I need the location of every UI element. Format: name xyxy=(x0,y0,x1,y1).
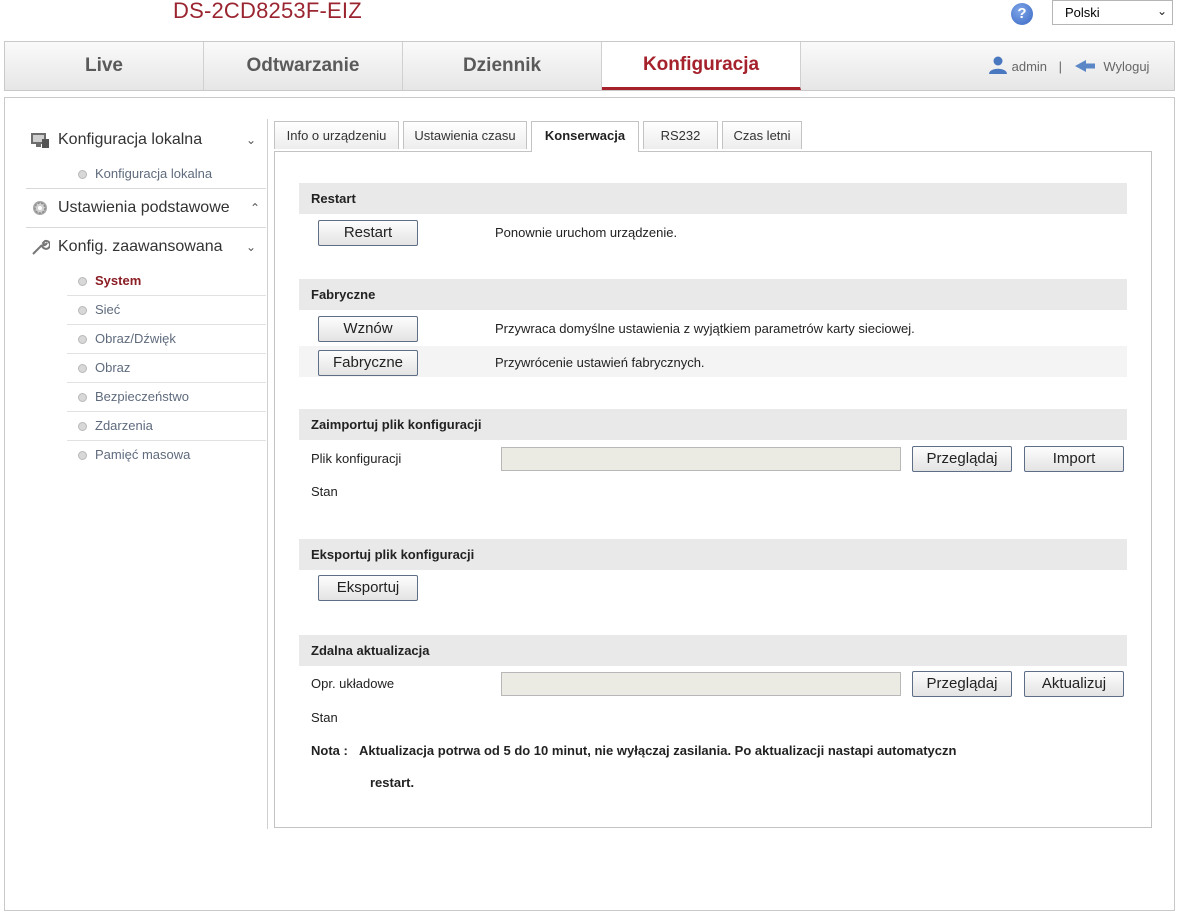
sidebar-item-events[interactable]: Zdarzenia xyxy=(67,412,266,441)
bullet-icon xyxy=(78,335,87,344)
language-select[interactable]: Polski ⌄ xyxy=(1052,0,1173,25)
sidebar-group-advanced[interactable]: Konfig. zaawansowana ⌄ xyxy=(26,228,266,266)
upgrade-status-label: Stan xyxy=(311,710,338,725)
section-import-title: Zaimportuj plik konfiguracji xyxy=(299,409,1127,440)
chevron-down-icon: ⌄ xyxy=(245,133,256,147)
sidebar-item-local-config[interactable]: Konfiguracja lokalna xyxy=(67,160,266,189)
username: admin xyxy=(1011,59,1048,74)
browse-config-button[interactable]: Przeglądaj xyxy=(912,446,1012,472)
wrench-icon xyxy=(32,239,50,255)
factory-default-button[interactable]: Fabryczne xyxy=(318,350,418,376)
nav-tab-log[interactable]: Dziennik xyxy=(403,42,602,90)
language-value: Polski xyxy=(1065,5,1100,20)
tab-device-info[interactable]: Info o urządzeniu xyxy=(274,121,399,149)
maintenance-panel xyxy=(274,151,1152,828)
sidebar-group-label: Konfig. zaawansowana xyxy=(58,238,223,255)
sidebar-item-image[interactable]: Obraz xyxy=(67,354,266,383)
bullet-icon xyxy=(78,422,87,431)
bullet-icon xyxy=(78,364,87,373)
sidebar-group-label: Konfiguracja lokalna xyxy=(58,131,203,148)
gear-icon xyxy=(33,201,47,215)
sidebar-item-video-audio[interactable]: Obraz/Dźwięk xyxy=(67,325,266,354)
bullet-icon xyxy=(78,277,87,286)
restore-button[interactable]: Wznów xyxy=(318,316,418,342)
export-button[interactable]: Eksportuj xyxy=(318,575,418,601)
logout-link[interactable]: Wyloguj xyxy=(1103,59,1149,74)
tab-rs232[interactable]: RS232 xyxy=(643,121,718,149)
sidebar-item-label: System xyxy=(95,273,142,288)
help-icon[interactable]: ? xyxy=(1011,3,1033,25)
note-text-line1: Aktualizacja potrwa od 5 do 10 minut, ni… xyxy=(359,743,957,758)
firmware-label: Opr. układowe xyxy=(311,676,395,691)
import-status-label: Stan xyxy=(311,484,338,499)
sidebar-item-label: Bezpieczeństwo xyxy=(95,389,189,404)
sidebar-item-label: Obraz xyxy=(95,360,131,375)
config-file-label: Plik konfiguracji xyxy=(311,451,402,466)
upgrade-button[interactable]: Aktualizuj xyxy=(1024,671,1124,697)
sidebar-divider-vertical xyxy=(267,119,268,829)
bullet-icon xyxy=(78,451,87,460)
device-model-title: DS-2CD8253F-EIZ xyxy=(173,0,362,23)
bullet-icon xyxy=(78,306,87,315)
browse-firmware-button[interactable]: Przeglądaj xyxy=(912,671,1012,697)
chevron-down-icon: ⌄ xyxy=(1156,4,1167,18)
factory-default-description: Przywrócenie ustawień fabrycznych. xyxy=(495,355,705,370)
sidebar-item-label: Zdarzenia xyxy=(95,418,153,433)
nav-tab-playback[interactable]: Odtwarzanie xyxy=(204,42,403,90)
logout-icon[interactable] xyxy=(1074,59,1096,73)
factory-default-row xyxy=(299,346,1127,377)
monitor-icon xyxy=(31,133,49,148)
sidebar-group-basic-settings[interactable]: Ustawienia podstawowe ⌃ xyxy=(26,189,266,227)
sidebar-item-label: Pamięć masowa xyxy=(95,447,191,462)
import-button[interactable]: Import xyxy=(1024,446,1124,472)
note-text-line2: restart. xyxy=(370,775,415,790)
config-file-input[interactable] xyxy=(501,447,901,471)
sidebar-group-label: Ustawienia podstawowe xyxy=(58,199,230,216)
sidebar-item-network[interactable]: Sieć xyxy=(67,296,266,325)
restart-button[interactable]: Restart xyxy=(318,220,418,246)
nav-tab-live[interactable]: Live xyxy=(5,42,204,90)
section-upgrade-title: Zdalna aktualizacja xyxy=(299,635,1127,666)
sidebar-item-label: Sieć xyxy=(95,302,121,317)
firmware-file-input[interactable] xyxy=(501,672,901,696)
restart-description: Ponownie uruchom urządzenie. xyxy=(495,225,678,240)
user-icon xyxy=(989,56,1007,74)
user-separator: | xyxy=(1058,59,1063,74)
sidebar-item-security[interactable]: Bezpieczeństwo xyxy=(67,383,266,412)
bullet-icon xyxy=(78,170,87,179)
sidebar-group-local-config[interactable]: Konfiguracja lokalna ⌄ xyxy=(26,121,266,159)
sidebar-item-label: Konfiguracja lokalna xyxy=(95,166,213,181)
nav-tab-configuration[interactable]: Konfiguracja xyxy=(602,42,801,90)
sidebar-item-storage[interactable]: Pamięć masowa xyxy=(67,441,266,470)
tab-dst[interactable]: Czas letni xyxy=(722,121,802,149)
note-label: Nota : xyxy=(311,743,348,758)
sidebar-item-label: Obraz/Dźwięk xyxy=(95,331,176,346)
chevron-up-icon: ⌃ xyxy=(249,201,260,215)
section-restart-title: Restart xyxy=(299,183,1127,214)
bullet-icon xyxy=(78,393,87,402)
restore-description: Przywraca domyślne ustawienia z wyjątkie… xyxy=(495,321,915,336)
sidebar-item-system[interactable]: System xyxy=(67,267,266,296)
tab-maintenance[interactable]: Konserwacja xyxy=(531,121,639,152)
section-export-title: Eksportuj plik konfiguracji xyxy=(299,539,1127,570)
user-area: admin | Wyloguj xyxy=(988,56,1149,74)
tab-time-settings[interactable]: Ustawienia czasu xyxy=(403,121,527,149)
section-factory-title: Fabryczne xyxy=(299,279,1127,310)
chevron-down-icon: ⌄ xyxy=(245,240,256,254)
